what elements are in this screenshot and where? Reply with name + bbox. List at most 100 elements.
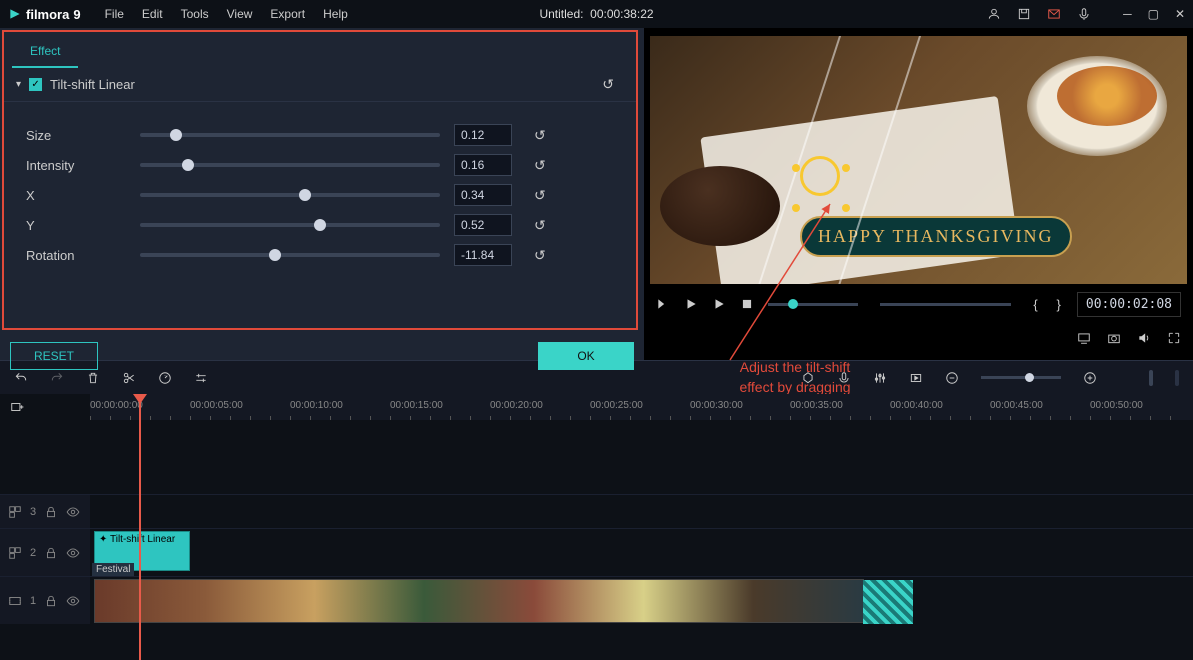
- param-input-x[interactable]: [454, 184, 512, 206]
- mark-in-out[interactable]: { }: [1033, 297, 1063, 312]
- ruler-mark: 00:00:40:00: [890, 400, 943, 411]
- eye-icon[interactable]: [66, 546, 80, 560]
- menu-bar: File Edit Tools View Export Help: [105, 7, 348, 21]
- account-icon[interactable]: [987, 7, 1001, 21]
- menu-view[interactable]: View: [227, 7, 253, 21]
- preview-viewport[interactable]: HAPPY THANKSGIVING: [650, 36, 1187, 284]
- panel-toggle[interactable]: [1149, 370, 1153, 386]
- param-label: Intensity: [26, 158, 126, 173]
- close-button[interactable]: ✕: [1175, 7, 1185, 21]
- fullscreen-icon[interactable]: [1167, 331, 1181, 345]
- param-input-y[interactable]: [454, 214, 512, 236]
- param-slider-y[interactable]: [140, 223, 440, 227]
- document-title: Untitled: 00:00:38:22: [539, 7, 653, 21]
- lock-icon[interactable]: [44, 505, 58, 519]
- render-icon[interactable]: [909, 371, 923, 385]
- lock-icon[interactable]: [44, 546, 58, 560]
- track-fx-3: 3: [0, 494, 1193, 528]
- video-clip-label: Festival: [92, 563, 134, 576]
- eye-icon[interactable]: [66, 594, 80, 608]
- volume-slider[interactable]: [768, 303, 858, 306]
- snapshot-icon[interactable]: [1107, 331, 1121, 345]
- tilt-shift-handle[interactable]: [800, 156, 840, 196]
- param-input-intensity[interactable]: [454, 154, 512, 176]
- video-clip[interactable]: [94, 579, 864, 623]
- tab-effect[interactable]: Effect: [12, 36, 78, 68]
- menu-help[interactable]: Help: [323, 7, 348, 21]
- record-vo-icon[interactable]: [837, 371, 851, 385]
- param-reset-icon[interactable]: ↺: [534, 247, 546, 264]
- eye-icon[interactable]: [66, 505, 80, 519]
- ruler-mark: 00:00:10:00: [290, 400, 343, 411]
- ruler-mark: 00:00:50:00: [1090, 400, 1143, 411]
- save-icon[interactable]: [1017, 7, 1031, 21]
- ruler-mark: 00:00:20:00: [490, 400, 543, 411]
- timeline-ruler[interactable]: 00:00:00:0000:00:05:0000:00:10:0000:00:1…: [90, 394, 1193, 420]
- timeline: 00:00:00:0000:00:05:0000:00:10:0000:00:1…: [0, 394, 1193, 660]
- menu-export[interactable]: Export: [270, 7, 305, 21]
- undo-icon[interactable]: [14, 371, 28, 385]
- param-slider-size[interactable]: [140, 133, 440, 137]
- param-reset-icon[interactable]: ↺: [534, 157, 546, 174]
- title-bar: filmora 9 File Edit Tools View Export Hel…: [0, 0, 1193, 28]
- chevron-down-icon[interactable]: ▾: [16, 79, 21, 90]
- fx-track-icon: [8, 546, 22, 560]
- menu-edit[interactable]: Edit: [142, 7, 163, 21]
- split-icon[interactable]: [122, 371, 136, 385]
- ruler-mark: 00:00:00:00: [90, 400, 143, 411]
- param-reset-icon[interactable]: ↺: [534, 217, 546, 234]
- panel-toggle[interactable]: [1175, 370, 1179, 386]
- quality-icon[interactable]: [1077, 331, 1091, 345]
- marker-icon[interactable]: [801, 371, 815, 385]
- zoom-slider[interactable]: [981, 376, 1061, 379]
- param-slider-rotation[interactable]: [140, 253, 440, 257]
- stop-button[interactable]: [740, 297, 754, 311]
- section-reset-icon[interactable]: ↺: [602, 76, 614, 93]
- tilt-shift-toggle[interactable]: [792, 164, 800, 172]
- tilt-shift-toggle[interactable]: [842, 204, 850, 212]
- audio-mixer-icon[interactable]: [873, 371, 887, 385]
- mail-icon[interactable]: [1047, 7, 1061, 21]
- ruler-mark: 00:00:15:00: [390, 400, 443, 411]
- effect-panel: Effect ▾ ✓ Tilt-shift Linear ↺ Size↺Inte…: [2, 30, 638, 330]
- prev-frame-button[interactable]: [656, 297, 670, 311]
- adjust-icon[interactable]: [194, 371, 208, 385]
- play-clip-button[interactable]: [712, 297, 726, 311]
- param-reset-icon[interactable]: ↺: [534, 127, 546, 144]
- ruler-mark: 00:00:35:00: [790, 400, 843, 411]
- menu-tools[interactable]: Tools: [181, 7, 209, 21]
- param-reset-icon[interactable]: ↺: [534, 187, 546, 204]
- effect-enable-checkbox[interactable]: ✓: [29, 78, 42, 91]
- tilt-shift-toggle[interactable]: [842, 164, 850, 172]
- ok-button[interactable]: OK: [538, 342, 634, 370]
- param-input-size[interactable]: [454, 124, 512, 146]
- play-button[interactable]: [684, 297, 698, 311]
- param-label: Rotation: [26, 248, 126, 263]
- speed-icon[interactable]: [158, 371, 172, 385]
- track-fx-2: 2 ✦ Tilt-shift Linear: [0, 528, 1193, 576]
- param-label: X: [26, 188, 126, 203]
- lock-icon[interactable]: [44, 594, 58, 608]
- mic-icon[interactable]: [1077, 7, 1091, 21]
- redo-icon[interactable]: [50, 371, 64, 385]
- add-track-icon[interactable]: [10, 400, 24, 414]
- scrub-bar[interactable]: [880, 303, 1011, 306]
- zoom-in-icon[interactable]: [1083, 371, 1097, 385]
- playhead[interactable]: [139, 394, 141, 660]
- app-name: filmora: [26, 7, 69, 22]
- effect-section-title: Tilt-shift Linear: [50, 77, 135, 92]
- reset-button[interactable]: RESET: [10, 342, 98, 370]
- volume-icon[interactable]: [1137, 331, 1151, 345]
- param-slider-intensity[interactable]: [140, 163, 440, 167]
- menu-file[interactable]: File: [105, 7, 124, 21]
- tilt-shift-toggle[interactable]: [792, 204, 800, 212]
- app-logo: filmora 9: [8, 7, 81, 22]
- app-version: 9: [73, 7, 80, 22]
- preview-banner: HAPPY THANKSGIVING: [800, 216, 1072, 257]
- param-slider-x[interactable]: [140, 193, 440, 197]
- delete-icon[interactable]: [86, 371, 100, 385]
- minimize-button[interactable]: ─: [1123, 7, 1132, 21]
- param-input-rotation[interactable]: [454, 244, 512, 266]
- zoom-out-icon[interactable]: [945, 371, 959, 385]
- maximize-button[interactable]: ▢: [1148, 7, 1159, 21]
